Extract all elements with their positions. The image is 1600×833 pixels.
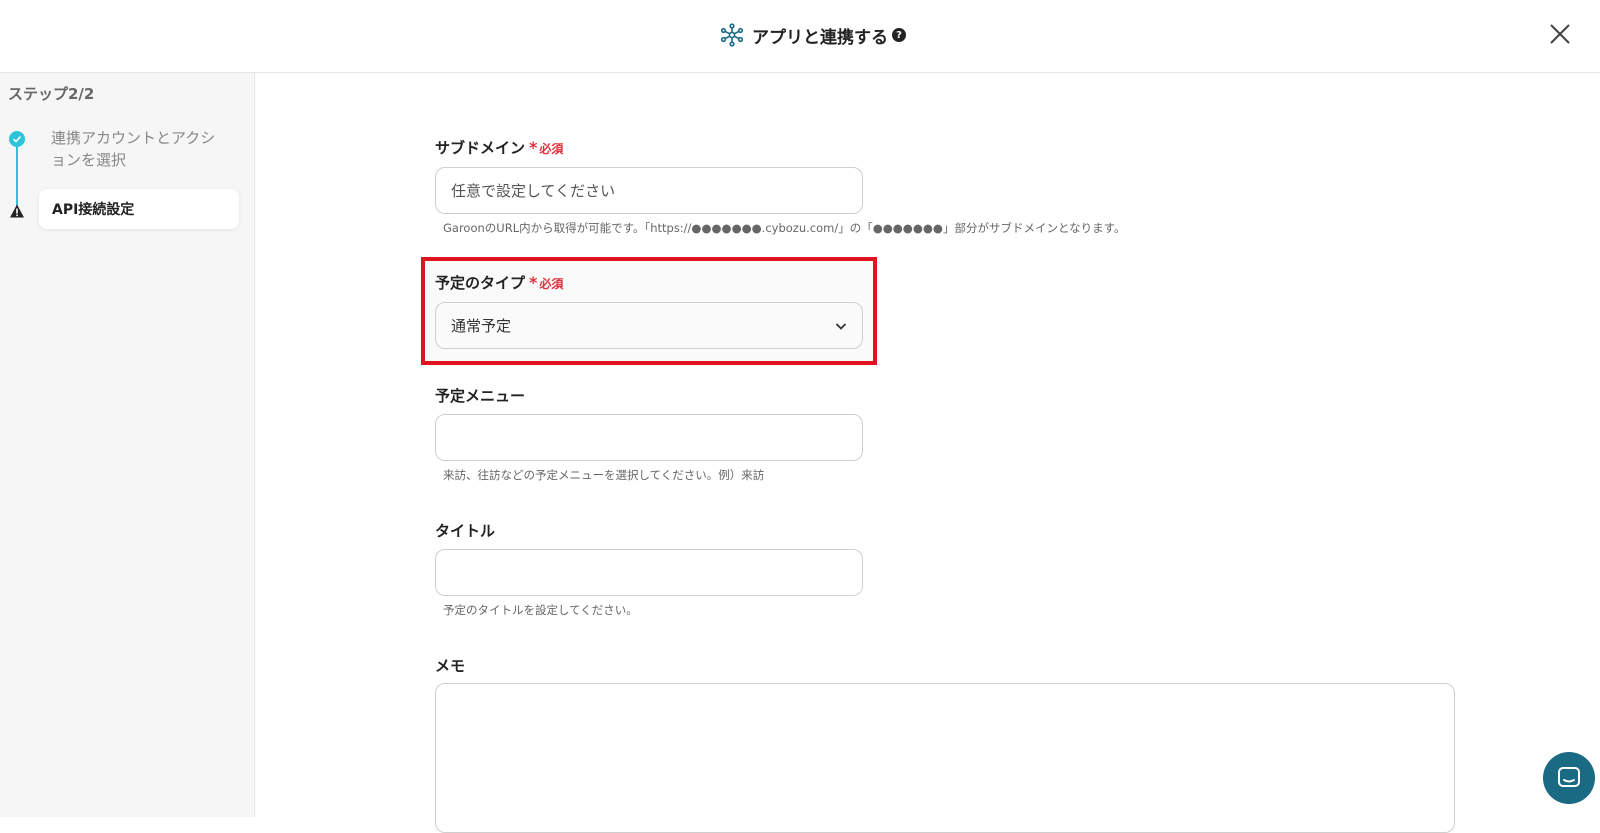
subdomain-input[interactable] — [435, 167, 863, 214]
chevron-down-icon — [835, 323, 847, 330]
event-type-selected-value: 通常予定 — [451, 317, 512, 335]
memo-label-group: メモ — [435, 655, 465, 676]
subdomain-label-group: サブドメイン * 必須 — [435, 137, 563, 158]
step-counter: ステップ2/2 — [8, 85, 95, 103]
event-type-label: 予定のタイプ — [435, 274, 526, 292]
chat-support-button[interactable] — [1543, 752, 1595, 804]
steps-sidebar: ステップ2/2 連携アカウントとアクションを選択 API接続設定 — [0, 73, 255, 817]
step-connector — [16, 141, 18, 209]
title-label-group: タイトル — [435, 520, 495, 541]
page-title: アプリと連携する — [752, 27, 888, 48]
required-badge: * 必須 — [529, 273, 564, 292]
event-type-select[interactable]: 通常予定 — [435, 302, 863, 349]
chat-icon — [1558, 767, 1580, 787]
subdomain-hint: GaroonのURL内から取得が可能です。「https://●●●●●●●.cy… — [443, 221, 1126, 235]
check-icon — [9, 131, 25, 147]
sidebar-step-select-action[interactable]: 連携アカウントとアクションを選択 — [51, 127, 226, 171]
title-input[interactable] — [435, 549, 863, 596]
network-icon — [720, 23, 744, 47]
subdomain-label: サブドメイン — [435, 139, 526, 157]
memo-label: メモ — [435, 657, 466, 675]
required-badge: * 必須 — [529, 138, 564, 157]
sidebar-step-api-settings[interactable]: API接続設定 — [39, 189, 239, 229]
event-menu-hint: 来訪、往訪などの予定メニューを選択してください。例）来訪 — [443, 468, 765, 482]
close-icon[interactable] — [1548, 22, 1572, 46]
header-title-group: アプリと連携する ? — [720, 22, 906, 48]
event-menu-input[interactable] — [435, 414, 863, 461]
event-menu-label: 予定メニュー — [435, 387, 526, 405]
title-label: タイトル — [435, 522, 496, 540]
modal-header: アプリと連携する ? — [0, 0, 1600, 73]
event-menu-label-group: 予定メニュー — [435, 385, 525, 406]
event-type-label-group: 予定のタイプ * 必須 — [435, 272, 563, 293]
title-hint: 予定のタイトルを設定してください。 — [443, 603, 638, 617]
memo-textarea[interactable] — [435, 683, 1455, 833]
help-icon[interactable]: ? — [892, 28, 906, 42]
warning-icon — [10, 204, 24, 218]
